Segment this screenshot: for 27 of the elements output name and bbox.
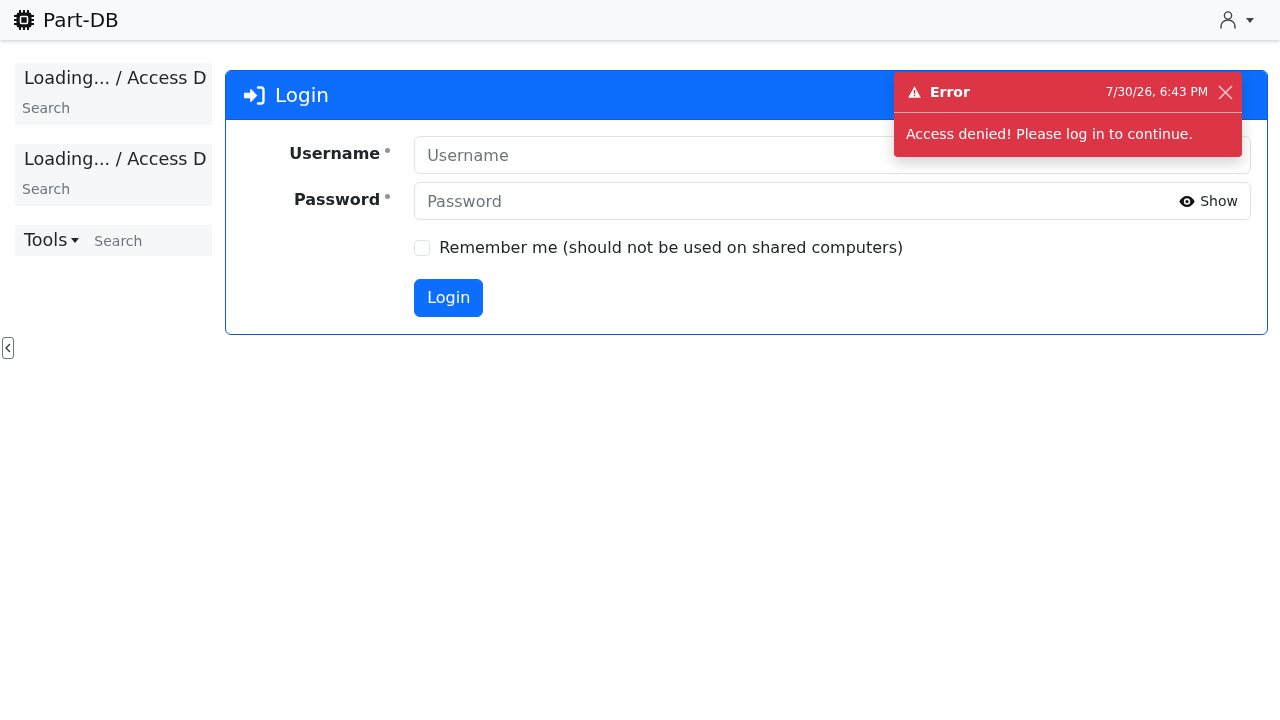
close-icon [1218, 84, 1233, 100]
field-label: Password [293, 189, 381, 211]
warning-icon [908, 86, 921, 98]
caret-down-icon [71, 238, 80, 243]
toast-title: Error [930, 82, 970, 102]
search-field[interactable]: Search [15, 172, 212, 206]
show-password-button[interactable]: Show [1179, 191, 1238, 211]
chevron-left-icon [5, 343, 11, 353]
card-title: Login [275, 82, 329, 109]
sign-in-icon [244, 85, 265, 105]
tree-title: Loading... / Access D [15, 63, 212, 91]
caret-down-icon [1246, 17, 1254, 23]
chip-icon [14, 10, 34, 30]
remember-checkbox[interactable] [414, 240, 431, 256]
tools-dropdown-button[interactable]: Tools [15, 225, 80, 256]
close-button[interactable] [1218, 84, 1233, 100]
user-icon [1220, 11, 1236, 29]
field-label: Username [289, 143, 381, 165]
brand-link[interactable]: Part-DB [14, 8, 119, 32]
eye-icon [1179, 195, 1196, 207]
tree-title: Loading... / Access D [15, 144, 212, 172]
toast-timestamp: 7/30/26, 6:43 PM [1105, 84, 1208, 101]
login-button[interactable]: Login [414, 279, 484, 317]
search-field[interactable]: Search [15, 91, 212, 125]
search-field[interactable]: Search [79, 225, 212, 256]
sidebar-toggle-button[interactable] [2, 337, 14, 359]
remember-label: Remember me (should not be used on shared computers) [439, 237, 904, 259]
